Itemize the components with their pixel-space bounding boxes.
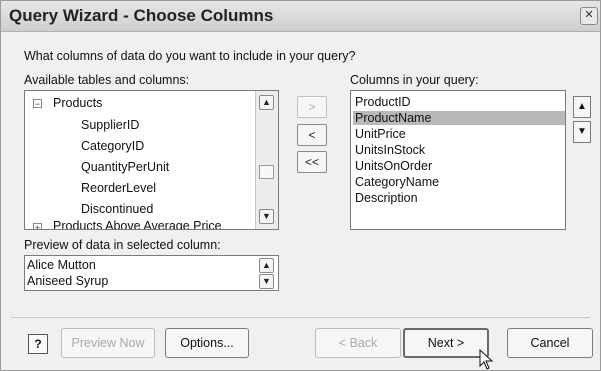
list-item: Aniseed Syrup	[27, 274, 109, 288]
list-item-selected[interactable]: ProductName	[353, 111, 565, 125]
query-columns-label: Columns in your query:	[350, 73, 479, 87]
preview-label: Preview of data in selected column:	[24, 238, 221, 252]
scroll-up-icon[interactable]: ▲	[259, 258, 274, 273]
title-bar: Query Wizard - Choose Columns ✕	[1, 1, 600, 32]
remove-all-columns-button[interactable]: <<	[297, 151, 327, 173]
query-wizard-dialog: Query Wizard - Choose Columns ✕ What col…	[0, 0, 601, 371]
tree-item-discontinued[interactable]: Discontinued	[81, 202, 153, 216]
available-label: Available tables and columns:	[24, 73, 190, 87]
dialog-title: Query Wizard - Choose Columns	[9, 6, 274, 25]
list-item[interactable]: ProductID	[355, 95, 411, 109]
collapse-icon[interactable]: −	[33, 99, 42, 109]
move-down-icon[interactable]: ▼	[573, 121, 591, 143]
tree-item-products[interactable]: Products	[53, 96, 102, 110]
scroll-down-icon[interactable]: ▼	[259, 209, 274, 224]
list-item[interactable]: CategoryName	[355, 175, 439, 189]
query-columns-list[interactable]: ProductID ProductName UnitPrice UnitsInS…	[350, 90, 566, 230]
scroll-thumb[interactable]	[259, 165, 274, 179]
remove-column-button[interactable]: <	[297, 124, 327, 146]
preview-scrollbar[interactable]: ▲ ▼	[256, 256, 278, 290]
tree-item-reorderlevel[interactable]: ReorderLevel	[81, 181, 156, 195]
list-item[interactable]: UnitsOnOrder	[355, 159, 432, 173]
scroll-up-icon[interactable]: ▲	[259, 95, 274, 110]
next-button[interactable]: Next >	[403, 328, 489, 358]
divider	[11, 317, 590, 318]
list-item[interactable]: Description	[355, 191, 418, 205]
tree-item-products-above-average-price[interactable]: Products Above Average Price	[53, 219, 222, 229]
preview-list[interactable]: Alice Mutton Aniseed Syrup ▲ ▼	[24, 255, 279, 291]
mouse-pointer-icon	[479, 349, 494, 370]
help-button[interactable]: ?	[28, 334, 48, 354]
available-scrollbar[interactable]: ▲ ▼	[255, 91, 278, 229]
options-button[interactable]: Options...	[165, 328, 249, 358]
tree-item-supplierid[interactable]: SupplierID	[81, 118, 139, 132]
move-up-icon[interactable]: ▲	[573, 96, 591, 118]
scroll-down-icon[interactable]: ▼	[259, 274, 274, 289]
back-button[interactable]: < Back	[315, 328, 401, 358]
close-icon[interactable]: ✕	[580, 7, 598, 25]
tree-item-categoryid[interactable]: CategoryID	[81, 139, 144, 153]
tree-item-quantityperunit[interactable]: QuantityPerUnit	[81, 160, 169, 174]
available-tree[interactable]: − Products SupplierID CategoryID Quantit…	[24, 90, 279, 230]
expand-icon[interactable]: +	[33, 223, 42, 229]
list-item[interactable]: UnitPrice	[355, 127, 406, 141]
list-item: Alice Mutton	[27, 258, 96, 272]
list-item[interactable]: UnitsInStock	[355, 143, 425, 157]
cancel-button[interactable]: Cancel	[507, 328, 593, 358]
add-column-button[interactable]: >	[297, 96, 327, 118]
preview-now-button[interactable]: Preview Now	[61, 328, 155, 358]
prompt-text: What columns of data do you want to incl…	[24, 49, 356, 63]
